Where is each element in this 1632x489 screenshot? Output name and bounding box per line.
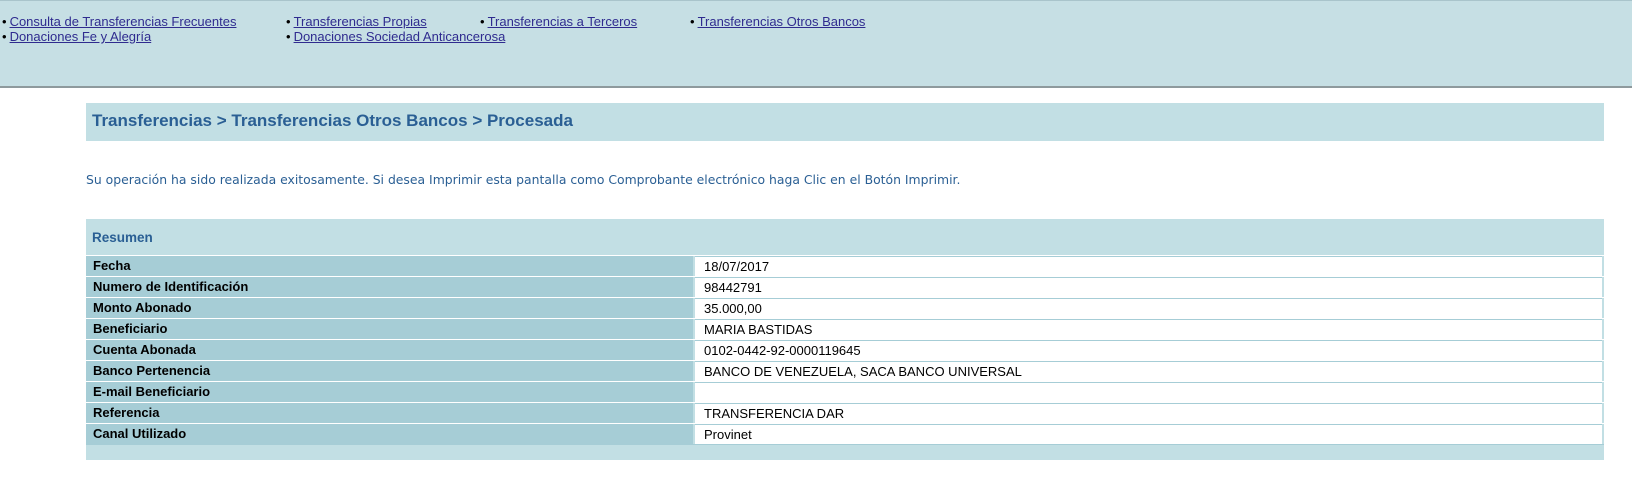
summary-header: Resumen [86,219,1604,255]
row-value-referencia: TRANSFERENCIA DAR [695,403,1602,423]
row-value-fecha: 18/07/2017 [695,256,1602,276]
row-value-banco: BANCO DE VENEZUELA, SACA BANCO UNIVERSAL [695,361,1602,381]
nav-item-donaciones-fe-alegria: • Donaciones Fe y Alegría [2,29,152,44]
summary-title: Resumen [92,230,153,245]
table-row: Referencia TRANSFERENCIA DAR [86,402,1604,423]
link-donaciones-fe-y-alegria[interactable]: Donaciones Fe y Alegría [10,29,152,44]
link-transferencias-a-terceros[interactable]: Transferencias a Terceros [488,14,638,29]
row-label-banco: Banco Pertenencia [86,361,693,381]
table-row: Monto Abonado 35.000,00 [86,297,1604,318]
row-label-beneficiario: Beneficiario [86,319,693,339]
nav-item-transferencias-terceros: • Transferencias a Terceros [480,14,638,29]
table-row: Banco Pertenencia BANCO DE VENEZUELA, SA… [86,360,1604,381]
row-value-monto: 35.000,00 [695,298,1602,318]
row-value-identificacion: 98442791 [695,277,1602,297]
nav-item-transferencias-propias: • Transferencias Propias [286,14,427,29]
table-row: Numero de Identificación 98442791 [86,276,1604,297]
table-row: Beneficiario MARIA BASTIDAS [86,318,1604,339]
row-value-beneficiario: MARIA BASTIDAS [695,319,1602,339]
page-header-bar: Transferencias > Transferencias Otros Ba… [86,103,1604,141]
row-value-canal: Provinet [695,424,1602,444]
link-donaciones-sociedad-anticancerosa[interactable]: Donaciones Sociedad Anticancerosa [294,29,506,44]
nav-item-donaciones-sociedad-anticancerosa: • Donaciones Sociedad Anticancerosa [286,29,506,44]
link-transferencias-propias[interactable]: Transferencias Propias [294,14,427,29]
row-label-canal: Canal Utilizado [86,424,693,444]
link-transferencias-otros-bancos[interactable]: Transferencias Otros Bancos [698,14,866,29]
top-navigation: • Consulta de Transferencias Frecuentes •… [0,0,1632,88]
summary-table: Resumen Fecha 18/07/2017 Numero de Ident… [86,219,1604,460]
row-value-cuenta: 0102-0442-92-0000119645 [695,340,1602,360]
success-message: Su operación ha sido realizada exitosame… [86,172,961,187]
row-label-referencia: Referencia [86,403,693,423]
breadcrumb: Transferencias > Transferencias Otros Ba… [92,111,573,130]
row-label-cuenta: Cuenta Abonada [86,340,693,360]
link-consulta-transferencias-frecuentes[interactable]: Consulta de Transferencias Frecuentes [10,14,237,29]
table-row: E-mail Beneficiario [86,381,1604,402]
row-label-identificacion: Numero de Identificación [86,277,693,297]
nav-item-consulta-frecuentes: • Consulta de Transferencias Frecuentes [2,14,237,29]
row-label-email: E-mail Beneficiario [86,382,693,402]
table-row: Fecha 18/07/2017 [86,255,1604,276]
nav-item-transferencias-otros-bancos: • Transferencias Otros Bancos [690,14,866,29]
row-value-email [695,382,1602,402]
table-row: Cuenta Abonada 0102-0442-92-0000119645 [86,339,1604,360]
summary-footer [86,444,1604,460]
row-label-fecha: Fecha [86,256,693,276]
table-row: Canal Utilizado Provinet [86,423,1604,444]
row-label-monto: Monto Abonado [86,298,693,318]
